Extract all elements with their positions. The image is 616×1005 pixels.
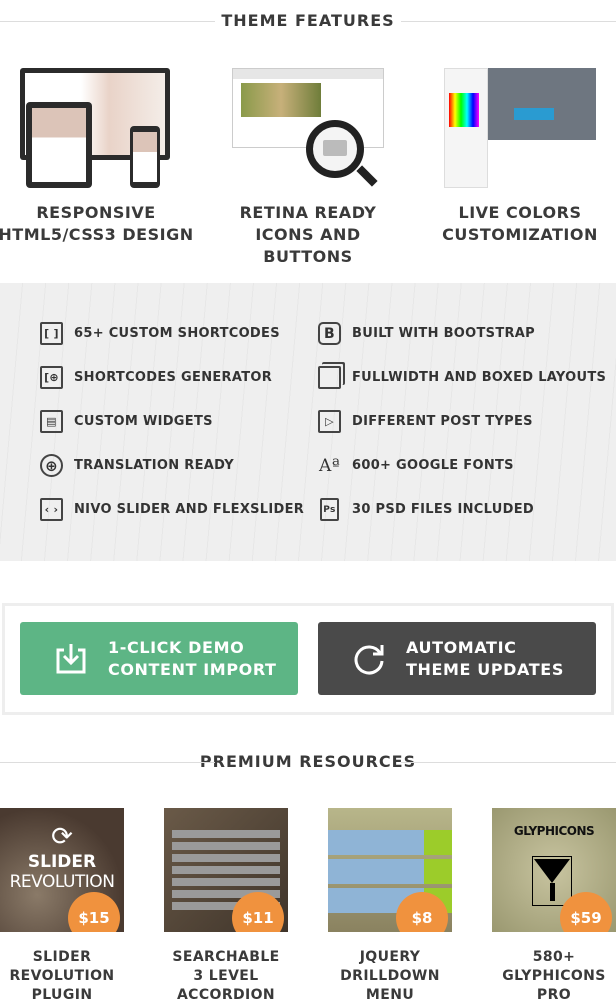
widgets-icon: ▤ <box>40 410 63 433</box>
drilldown-menu-image: $8 <box>328 808 452 932</box>
brackets-icon: [ ] <box>40 322 63 345</box>
product-label: DRILLDOWN <box>340 968 440 984</box>
feature-label: RESPONSIVE <box>36 203 156 222</box>
feature-label: HTML5/CSS3 DESIGN <box>0 225 194 244</box>
product-label: SLIDER <box>32 949 92 965</box>
product-slider-revolution[interactable]: ⟳ SLIDER REVOLUTION $15 SLIDER REVOLUTION… <box>0 808 124 1005</box>
button-label: 1-CLICK DEMO <box>108 637 245 657</box>
product-drilldown-menu[interactable]: $8 JQUERY DRILLDOWN MENU <box>328 808 452 1005</box>
feature-item: FULLWIDTH AND BOXED LAYOUTS <box>318 366 606 389</box>
feature-item: ▷ DIFFERENT POST TYPES <box>318 410 533 433</box>
product-label: PRO <box>536 987 572 1003</box>
shortcode-generator-icon: [⊕ <box>40 366 63 389</box>
feature-item: Aª 600+ GOOGLE FONTS <box>319 455 514 476</box>
product-label: 3 LEVEL <box>193 968 259 984</box>
color-picker-image <box>444 68 596 188</box>
product-label: 580+ <box>532 949 576 965</box>
psd-file-icon: Ps <box>320 498 339 521</box>
button-label: AUTOMATIC <box>406 637 517 657</box>
product-glyphicons[interactable]: GLYPHICONS $59 580+ GLYPHICONS PRO <box>492 808 616 1005</box>
feature-responsive: RESPONSIVE HTML5/CSS3 DESIGN <box>0 68 196 246</box>
feature-label: RETINA READY <box>239 203 377 222</box>
feature-label: LIVE COLORS <box>458 203 582 222</box>
retina-magnifier-image <box>232 68 384 188</box>
feature-item: B BUILT WITH BOOTSTRAP <box>318 322 535 345</box>
refresh-icon: ⟳ <box>51 822 73 852</box>
premium-resources-title: PREMIUM RESOURCES <box>0 752 616 771</box>
feature-item: ⊕ TRANSLATION READY <box>40 454 234 477</box>
refresh-icon <box>354 644 384 674</box>
price-badge: $59 <box>562 894 610 932</box>
slider-icon: ‹ › <box>40 498 63 521</box>
glyphicons-image: GLYPHICONS $59 <box>492 808 616 932</box>
responsive-devices-image <box>16 68 176 188</box>
glass-icon <box>532 856 572 906</box>
accordion-image: $11 <box>164 808 288 932</box>
glyphicons-logo: GLYPHICONS <box>513 824 595 838</box>
feature-item: ‹ › NIVO SLIDER AND FLEXSLIDER <box>40 498 304 521</box>
feature-live-colors: LIVE COLORS CUSTOMIZATION <box>420 68 616 246</box>
feature-label: CUSTOMIZATION <box>442 225 598 244</box>
play-icon: ▷ <box>318 410 341 433</box>
product-label: JQUERY <box>359 949 421 965</box>
product-label: SEARCHABLE <box>172 949 280 965</box>
feature-item: [⊕ SHORTCODES GENERATOR <box>40 366 272 389</box>
price-badge: $15 <box>70 894 118 932</box>
demo-import-button[interactable]: 1-CLICK DEMO CONTENT IMPORT <box>20 622 298 695</box>
button-label: CONTENT IMPORT <box>108 659 277 679</box>
bootstrap-icon: B <box>318 322 341 345</box>
feature-item: Ps 30 PSD FILES INCLUDED <box>318 498 534 521</box>
globe-icon: ⊕ <box>40 454 63 477</box>
button-label: THEME UPDATES <box>406 659 564 679</box>
layouts-icon <box>318 366 341 389</box>
product-label: PLUGIN <box>31 987 93 1003</box>
image-text: SLIDER <box>27 852 97 872</box>
theme-updates-button[interactable]: AUTOMATIC THEME UPDATES <box>318 622 596 695</box>
product-label: MENU <box>365 987 415 1003</box>
feature-item: [ ] 65+ CUSTOM SHORTCODES <box>40 322 280 345</box>
font-icon: Aª <box>319 455 340 476</box>
feature-label: ICONS AND BUTTONS <box>255 225 361 266</box>
product-label: REVOLUTION <box>9 968 115 984</box>
product-label: GLYPHICONS <box>502 968 606 984</box>
product-label: ACCORDION <box>176 987 276 1003</box>
download-icon <box>56 643 86 673</box>
feature-item: ▤ CUSTOM WIDGETS <box>40 410 213 433</box>
theme-features-title: THEME FEATURES <box>0 11 616 30</box>
image-text: REVOLUTION <box>9 872 115 892</box>
product-accordion[interactable]: $11 SEARCHABLE 3 LEVEL ACCORDION <box>164 808 288 1005</box>
slider-revolution-image: ⟳ SLIDER REVOLUTION $15 <box>0 808 124 932</box>
feature-retina: RETINA READY ICONS AND BUTTONS <box>208 68 408 268</box>
